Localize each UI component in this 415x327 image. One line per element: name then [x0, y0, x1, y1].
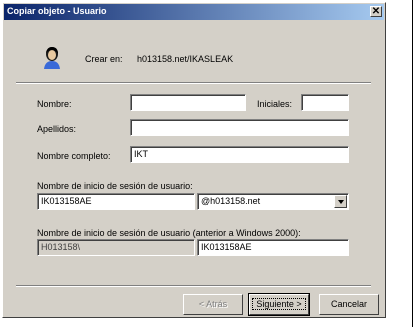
first-name-input[interactable]	[130, 94, 246, 111]
user-icon	[44, 47, 60, 69]
last-name-label: Apellidos:	[37, 124, 77, 134]
back-button[interactable]: < Atrás	[183, 294, 243, 315]
cancel-button[interactable]: Cancelar	[319, 294, 379, 315]
pre2000-domain-field: H013158\	[37, 239, 195, 256]
chevron-down-icon[interactable]	[334, 195, 347, 208]
pre2000-logon-input[interactable]: IK013158AE	[197, 239, 349, 256]
next-button[interactable]: Siguiente >	[248, 293, 310, 316]
create-in-label: Crear en:	[85, 54, 123, 64]
create-in-path: h013158.net/IKASLEAK	[137, 54, 234, 64]
window-title: Copiar objeto - Usuario	[7, 6, 107, 16]
full-name-input[interactable]: IKT	[130, 146, 349, 163]
pre2000-logon-label: Nombre de inicio de sesión de usuario (a…	[37, 228, 301, 238]
header-separator	[16, 82, 371, 84]
full-name-label: Nombre completo:	[37, 151, 111, 161]
initials-label: Iniciales:	[257, 99, 293, 109]
close-icon: ✕	[371, 6, 381, 17]
last-name-input[interactable]	[130, 119, 349, 136]
title-bar[interactable]: Copiar objeto - Usuario ✕	[4, 4, 384, 20]
close-button[interactable]: ✕	[370, 6, 382, 17]
domain-select[interactable]: @h013158.net	[197, 193, 349, 210]
logon-name-label: Nombre de inicio de sesión de usuario:	[37, 181, 193, 191]
footer-separator	[16, 285, 371, 287]
dialog-window: Copiar objeto - Usuario ✕ Crear en: h013…	[2, 2, 386, 318]
first-name-label: Nombre:	[37, 99, 72, 109]
next-button-label: Siguiente >	[252, 298, 306, 310]
initials-input[interactable]	[301, 94, 349, 111]
logon-name-input[interactable]: IK013158AE	[37, 193, 195, 210]
domain-select-value: @h013158.net	[201, 196, 261, 206]
